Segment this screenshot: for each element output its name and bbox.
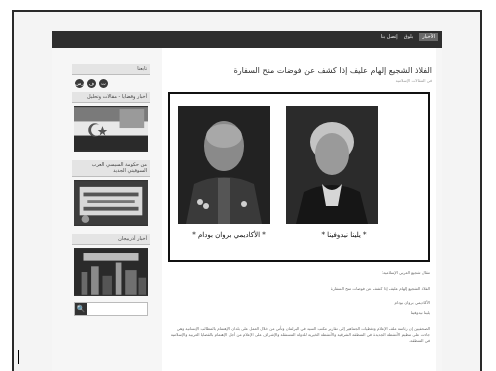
city-image [74, 249, 148, 295]
body-line-subject: يلينا نيدوفينا [410, 310, 430, 315]
article: الفلاذ الشجيع إلهام عليف إذا كشف عن فوضا… [162, 48, 436, 371]
caption-right: * يلينا نيدوفينا * [321, 231, 367, 239]
widget-azerbaijan-thumbnail[interactable] [74, 248, 148, 296]
woman-photo [286, 106, 378, 224]
top-navigation-bar: إتصل بنا بلوق الأخبار [52, 31, 442, 48]
nav-item-blog[interactable]: بلوق [404, 34, 414, 41]
rss-icon[interactable]: رس [75, 79, 84, 88]
intro-link[interactable]: مقال شجيع العربي الإسلامية: [168, 270, 430, 276]
nav-item-contact[interactable]: إتصل بنا [381, 34, 398, 41]
portrait-man [178, 106, 270, 224]
search-box[interactable]: 🔍 [74, 302, 148, 316]
search-icon[interactable]: 🔍 [75, 303, 87, 315]
page-body: تابعنا رس ف ت أخبار وقضايا - مقالات وتحل… [52, 48, 442, 371]
body-line-author: الأكاديمي بروان بودام [394, 300, 430, 305]
scroll-indicator [18, 350, 19, 364]
social-widget-title: تابعنا [72, 64, 150, 75]
social-icons: رس ف ت [72, 75, 150, 92]
facebook-icon[interactable]: ف [87, 79, 96, 88]
post-meta: في المقالات الإسلامية [395, 78, 432, 83]
main-menu: إتصل بنا بلوق الأخبار [381, 33, 438, 41]
widget-news-thumbnail[interactable] [74, 106, 148, 152]
nav-item-news[interactable]: الأخبار [419, 33, 438, 41]
caption-left: * الأكاديمي بروان بودام * [192, 231, 266, 239]
sidebar: تابعنا رس ف ت أخبار وقضايا - مقالات وتحل… [72, 64, 150, 316]
article-image: * الأكاديمي بروان بودام * * يلينا نيدوفي… [168, 92, 430, 262]
body-line-title: الفلاذ الشجيع إلهام عليف إذا كشف عن فوضا… [330, 286, 430, 291]
poster-image [74, 181, 148, 225]
man-photo [178, 106, 270, 224]
widget-soviet-title: من حكومة السيسي العرب السوفيتي الجديد [72, 160, 150, 177]
widget-azerbaijan-title: أخبار أذربيجان [72, 234, 150, 245]
portrait-woman [286, 106, 378, 224]
post-title[interactable]: الفلاذ الشجيع إلهام عليف إذا كشف عن فوضا… [182, 66, 432, 75]
flag-image [74, 107, 148, 151]
widget-soviet-thumbnail[interactable] [74, 180, 148, 226]
twitter-icon[interactable]: ت [99, 79, 108, 88]
widget-news-title: أخبار وقضايا - مقالات وتحليل [72, 92, 150, 103]
body-paragraph: الصحفيين إن رئاسة ملف الإعلام وتغطيات ال… [170, 326, 430, 343]
